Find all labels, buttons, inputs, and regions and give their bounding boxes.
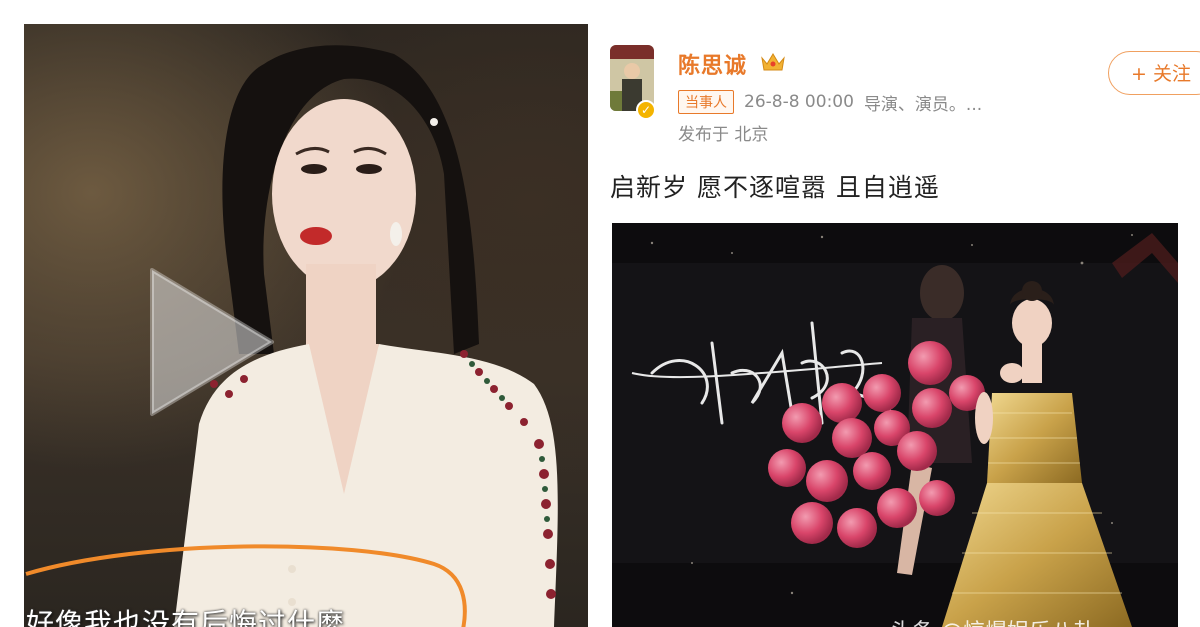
user-name[interactable]: 陈思诚 xyxy=(678,48,747,80)
photo-image xyxy=(612,223,1178,627)
crown-icon xyxy=(761,53,785,71)
post-content: 启新岁 愿不逐喧嚣 且自逍遥 xyxy=(610,173,940,202)
video-caption: 好像我也没有后悔过什麽 xyxy=(26,607,346,627)
follow-button[interactable]: + 关注 xyxy=(1108,51,1200,95)
post-photo[interactable] xyxy=(612,223,1178,627)
post-timestamp: 26-8-8 00:00 xyxy=(744,92,854,112)
video-frame[interactable]: 好像我也没有后悔过什麽 xyxy=(24,24,588,627)
play-icon[interactable] xyxy=(142,262,282,422)
verified-badge-icon: ✓ xyxy=(636,100,656,120)
tag-badge: 当事人 xyxy=(678,90,734,114)
post-meta: 当事人 26-8-8 00:00 导演、演员。... xyxy=(678,90,983,115)
user-roles: 导演、演员。... xyxy=(863,94,983,115)
video-person-figure xyxy=(174,45,558,627)
weibo-post: ✓ 陈思诚 当事人 26-8-8 00:00 导演、演员。... 发布于 北京 … xyxy=(600,24,1200,627)
photo-watermark: 头条 @惊爆娱乐八卦 xyxy=(890,614,1095,627)
post-location: 发布于 北京 xyxy=(678,125,769,145)
